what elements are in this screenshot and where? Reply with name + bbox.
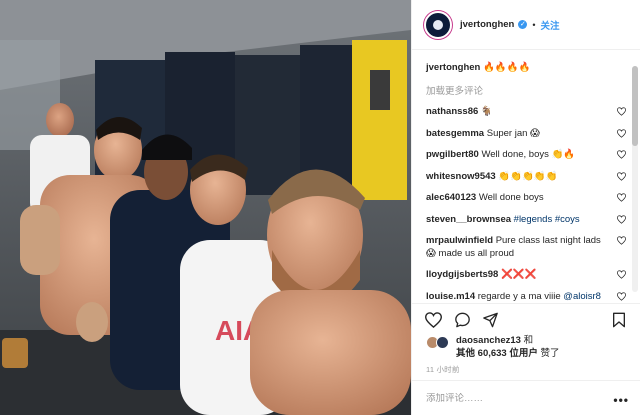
liker-avatar bbox=[436, 336, 449, 349]
comment-like-heart-icon[interactable] bbox=[617, 150, 626, 159]
likes-count[interactable]: 60,633 bbox=[478, 348, 507, 359]
more-options-icon[interactable]: ••• bbox=[613, 393, 629, 407]
share-icon[interactable] bbox=[482, 312, 499, 328]
comment-tag[interactable]: @aloisr8 bbox=[563, 291, 601, 302]
header-separator: • bbox=[532, 19, 536, 30]
comment-like-heart-icon[interactable] bbox=[617, 236, 626, 245]
comment-row: pwgilbert80 Well done, boys 👏🔥 bbox=[426, 149, 626, 162]
caption-text: 🔥🔥🔥🔥 bbox=[483, 62, 531, 73]
comment-row: lloydgijsberts98 ❌❌❌ bbox=[426, 269, 626, 282]
like-heart-icon[interactable] bbox=[425, 312, 442, 328]
comment-username[interactable]: mrpaulwinfield bbox=[426, 235, 493, 246]
liker-avatars bbox=[426, 336, 452, 350]
comment-tag[interactable]: #legends #coys bbox=[514, 214, 580, 225]
comment-like-heart-icon[interactable] bbox=[617, 193, 626, 202]
add-comment-bar: ••• bbox=[412, 380, 640, 415]
comment-row: whitesnow9543 👏👏👏👏👏 bbox=[426, 171, 626, 184]
follow-button[interactable]: 关注 bbox=[541, 18, 560, 32]
action-bar bbox=[412, 303, 640, 335]
comment-text: ❌❌❌ bbox=[500, 269, 537, 280]
comment-text: Super jan 😱 bbox=[486, 127, 540, 139]
comment-text: 👏👏👏👏👏 bbox=[498, 170, 558, 182]
others-suffix[interactable]: 位用户 bbox=[509, 348, 538, 359]
likes-summary: daosanchez13 和 其他 60,633 位用户 赞了 bbox=[426, 334, 636, 360]
comment-username[interactable]: alec640123 bbox=[426, 192, 476, 203]
post-timestamp[interactable]: 11 小时前 bbox=[426, 364, 460, 375]
comments-scrollbar[interactable] bbox=[632, 66, 638, 292]
comment-row: nathanss86 🐐 bbox=[426, 106, 626, 119]
comment-username[interactable]: whitesnow9543 bbox=[426, 171, 496, 182]
comment-row: louise.m14 regarde y a ma viiie @aloisr8 bbox=[426, 291, 626, 304]
post-photo-illustration: AIA bbox=[0, 0, 411, 415]
comment-row: steven__brownsea #legends #coys bbox=[426, 214, 626, 227]
verified-badge-icon: ✓ bbox=[518, 20, 528, 29]
comment-text: Well done boys bbox=[478, 192, 544, 203]
comment-like-heart-icon[interactable] bbox=[617, 171, 626, 181]
bookmark-icon[interactable] bbox=[612, 312, 626, 328]
comment-container: nathanss86 🐐 batesgemma Super jan 😱 pwgi… bbox=[426, 106, 640, 303]
comment-like-heart-icon[interactable] bbox=[617, 128, 626, 138]
comment-username[interactable]: pwgilbert80 bbox=[426, 149, 479, 160]
caption-username[interactable]: jvertonghen bbox=[426, 62, 480, 73]
comment-icon[interactable] bbox=[454, 312, 471, 328]
comments-list[interactable]: jvertonghen 🔥🔥🔥🔥 加载更多评论 nathanss86 🐐 bat… bbox=[412, 51, 640, 303]
comment-row: batesgemma Super jan 😱 bbox=[426, 128, 626, 141]
post-side-panel: jvertonghen ✓ • 关注 jvertonghen 🔥🔥🔥🔥 加载更多… bbox=[411, 0, 640, 415]
comment-row: alec640123 Well done boys bbox=[426, 192, 626, 205]
comment-username[interactable]: lloydgijsberts98 bbox=[426, 269, 498, 280]
liked-text: 赞了 bbox=[540, 348, 560, 359]
avatar-logo bbox=[433, 19, 443, 30]
likes-conjunction: 和 bbox=[523, 335, 534, 346]
comment-username[interactable]: batesgemma bbox=[426, 128, 484, 139]
profile-username[interactable]: jvertonghen bbox=[460, 19, 514, 30]
likes-text: daosanchez13 和 其他 60,633 位用户 赞了 bbox=[456, 334, 636, 360]
comment-text: 🐐 bbox=[480, 106, 493, 117]
post-caption: jvertonghen 🔥🔥🔥🔥 bbox=[426, 61, 640, 74]
comment-username[interactable]: steven__brownsea bbox=[426, 214, 511, 225]
comment-username[interactable]: louise.m14 bbox=[426, 291, 475, 302]
load-more-comments-button[interactable]: 加载更多评论 bbox=[426, 83, 640, 97]
comment-text: Well done, boys 👏🔥 bbox=[481, 149, 576, 160]
post-photo[interactable]: AIA bbox=[0, 0, 411, 415]
comment-like-heart-icon[interactable] bbox=[617, 291, 626, 301]
others-prefix[interactable]: 其他 bbox=[456, 348, 475, 359]
profile-avatar[interactable] bbox=[424, 10, 452, 39]
comment-like-heart-icon[interactable] bbox=[617, 214, 626, 224]
comment-row: mrpaulwinfield Pure class last night lad… bbox=[426, 235, 626, 260]
comment-like-heart-icon[interactable] bbox=[617, 107, 626, 116]
liker-username[interactable]: daosanchez13 bbox=[456, 335, 521, 346]
comment-text: regarde y a ma viiie bbox=[477, 290, 561, 302]
scrollbar-thumb[interactable] bbox=[632, 66, 638, 146]
comment-username[interactable]: nathanss86 bbox=[426, 106, 478, 117]
post-header: jvertonghen ✓ • 关注 bbox=[412, 0, 640, 50]
add-comment-input[interactable] bbox=[426, 392, 616, 404]
comment-like-heart-icon[interactable] bbox=[617, 270, 626, 279]
